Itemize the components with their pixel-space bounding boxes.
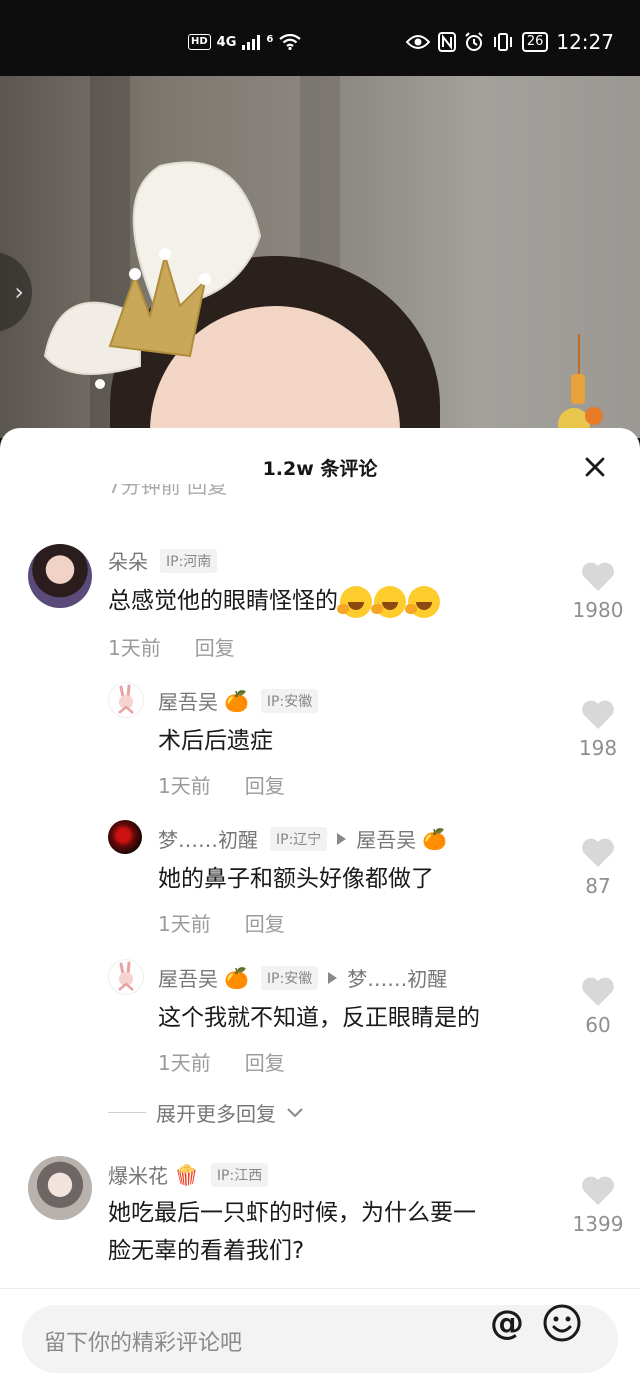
- comment-input-bar: 留下你的精彩评论吧 @: [0, 1288, 640, 1388]
- network-label: 4G: [216, 34, 237, 50]
- hd-badge: HD: [188, 34, 211, 50]
- like-button[interactable]: 87: [570, 838, 626, 898]
- nfc-icon: [437, 32, 456, 52]
- comment-input[interactable]: 留下你的精彩评论吧: [22, 1305, 618, 1373]
- avatar[interactable]: [28, 544, 92, 608]
- ip-location-badge: IP:辽宁: [270, 826, 328, 851]
- eye-icon: [405, 35, 430, 49]
- comments-count-title: 1.2w 条评论: [262, 458, 378, 480]
- video-preview[interactable]: ›: [0, 76, 640, 438]
- close-icon[interactable]: [580, 452, 610, 482]
- comment-author[interactable]: 屋吾吴 🍊 IP:安徽 梦……初醒: [158, 963, 447, 992]
- avatar[interactable]: [108, 682, 144, 718]
- rofl-emoji-icon: [371, 585, 406, 618]
- expand-replies-label: 展开更多回复: [156, 1102, 276, 1126]
- rofl-emoji-icon: [337, 585, 372, 618]
- comment-meta: 1天前 回复: [108, 632, 235, 661]
- comments-sheet: 1.2w 条评论 7分钟前 回复 朵朵 IP:河南 总感觉他的眼睛怪怪的 1天前…: [0, 428, 640, 1387]
- reply-button[interactable]: 回复: [245, 908, 285, 937]
- avatar[interactable]: [108, 820, 142, 854]
- heart-icon: [582, 700, 614, 729]
- vibrate-icon: [493, 33, 512, 51]
- network-sub-label: 6: [266, 34, 274, 45]
- status-right: 26 12:27: [405, 30, 614, 54]
- comment-meta: 1天前 回复: [158, 1047, 285, 1076]
- comment-input-placeholder: 留下你的精彩评论吧: [44, 1331, 243, 1356]
- ip-location-badge: IP:河南: [160, 548, 218, 573]
- like-button[interactable]: 1399: [570, 1176, 626, 1236]
- like-count: 1399: [572, 1212, 624, 1236]
- reply-arrow-icon: [337, 832, 347, 845]
- side-expand-arrow-icon[interactable]: ›: [0, 252, 32, 332]
- comment-text: 这个我就不知道，反正眼睛是的: [158, 1005, 480, 1031]
- hair-bow-crown-image: [43, 161, 262, 389]
- comment-text: 术后后遗症: [158, 728, 273, 754]
- expand-replies-button[interactable]: 展开更多回复: [108, 1098, 304, 1127]
- like-count: 87: [585, 874, 611, 898]
- ip-location-badge: IP:安徽: [260, 965, 319, 990]
- status-left: HD 4G 6: [188, 34, 302, 50]
- ip-location-badge: IP:安徽: [260, 688, 319, 713]
- heart-icon: [582, 562, 614, 591]
- reply-button[interactable]: 回复: [195, 632, 235, 661]
- reply-button[interactable]: 回复: [245, 1047, 285, 1076]
- avatar[interactable]: [108, 959, 144, 995]
- comment-author[interactable]: 梦……初醒 IP:辽宁 屋吾吴 🍊: [158, 824, 447, 853]
- popcorn-badge-icon: 🍿: [174, 1162, 199, 1187]
- bunny-avatar-image: [118, 961, 134, 991]
- comment-text: 她的鼻子和额头好像都做了: [158, 866, 434, 892]
- clock: 12:27: [556, 30, 614, 54]
- comment-author[interactable]: 朵朵 IP:河南: [108, 546, 218, 575]
- comment-text: 总感觉他的眼睛怪怪的: [108, 582, 440, 620]
- avatar[interactable]: [28, 1156, 92, 1220]
- bunny-avatar-image: [118, 684, 134, 714]
- comment-text: 她吃最后一只虾的时候，为什么要一 脸无辜的看着我们?: [108, 1200, 476, 1264]
- reply-button[interactable]: 回复: [245, 770, 285, 799]
- reply-arrow-icon: [328, 971, 338, 984]
- clipped-comment-meta: 7分钟前 回复: [108, 484, 228, 498]
- comment-author[interactable]: 爆米花 🍿 IP:江西: [108, 1160, 269, 1189]
- heart-icon: [582, 1176, 614, 1205]
- like-button[interactable]: 1980: [570, 562, 626, 622]
- reply-target: 屋吾吴 🍊: [333, 824, 447, 853]
- comment-time: 1天前: [108, 636, 161, 660]
- divider: [108, 1112, 146, 1113]
- comment-time: 1天前: [158, 774, 211, 798]
- status-bar: HD 4G 6 26 12:27: [0, 0, 640, 76]
- comment-time: 1天前: [158, 912, 211, 936]
- heart-icon: [582, 838, 614, 867]
- like-button[interactable]: 60: [570, 977, 626, 1037]
- orange-badge-icon: 🍊: [422, 826, 448, 851]
- like-count: 198: [578, 736, 618, 760]
- emoji-icon[interactable]: [542, 1303, 582, 1343]
- battery-level: 26: [521, 32, 549, 52]
- comment-time: 1天前: [158, 1051, 211, 1075]
- chevron-down-icon: [287, 1107, 303, 1117]
- hanging-charm: [558, 334, 603, 438]
- comment-author[interactable]: 屋吾吴 🍊 IP:安徽: [158, 686, 319, 715]
- wifi-icon: [279, 34, 302, 50]
- rofl-emoji-icon: [405, 585, 440, 618]
- comment-meta: 1天前 回复: [158, 770, 285, 799]
- ip-location-badge: IP:江西: [210, 1162, 269, 1187]
- like-count: 1980: [572, 598, 624, 622]
- comment-meta: 1天前 回复: [158, 908, 285, 937]
- signal-icon: [242, 34, 261, 50]
- like-count: 60: [585, 1013, 611, 1037]
- heart-icon: [582, 977, 614, 1006]
- alarm-icon: [465, 32, 483, 51]
- like-button[interactable]: 198: [570, 700, 626, 760]
- reply-target: 梦……初醒: [324, 963, 447, 992]
- orange-badge-icon: 🍊: [224, 688, 249, 713]
- mention-button[interactable]: @: [490, 1303, 524, 1343]
- orange-badge-icon: 🍊: [224, 965, 249, 990]
